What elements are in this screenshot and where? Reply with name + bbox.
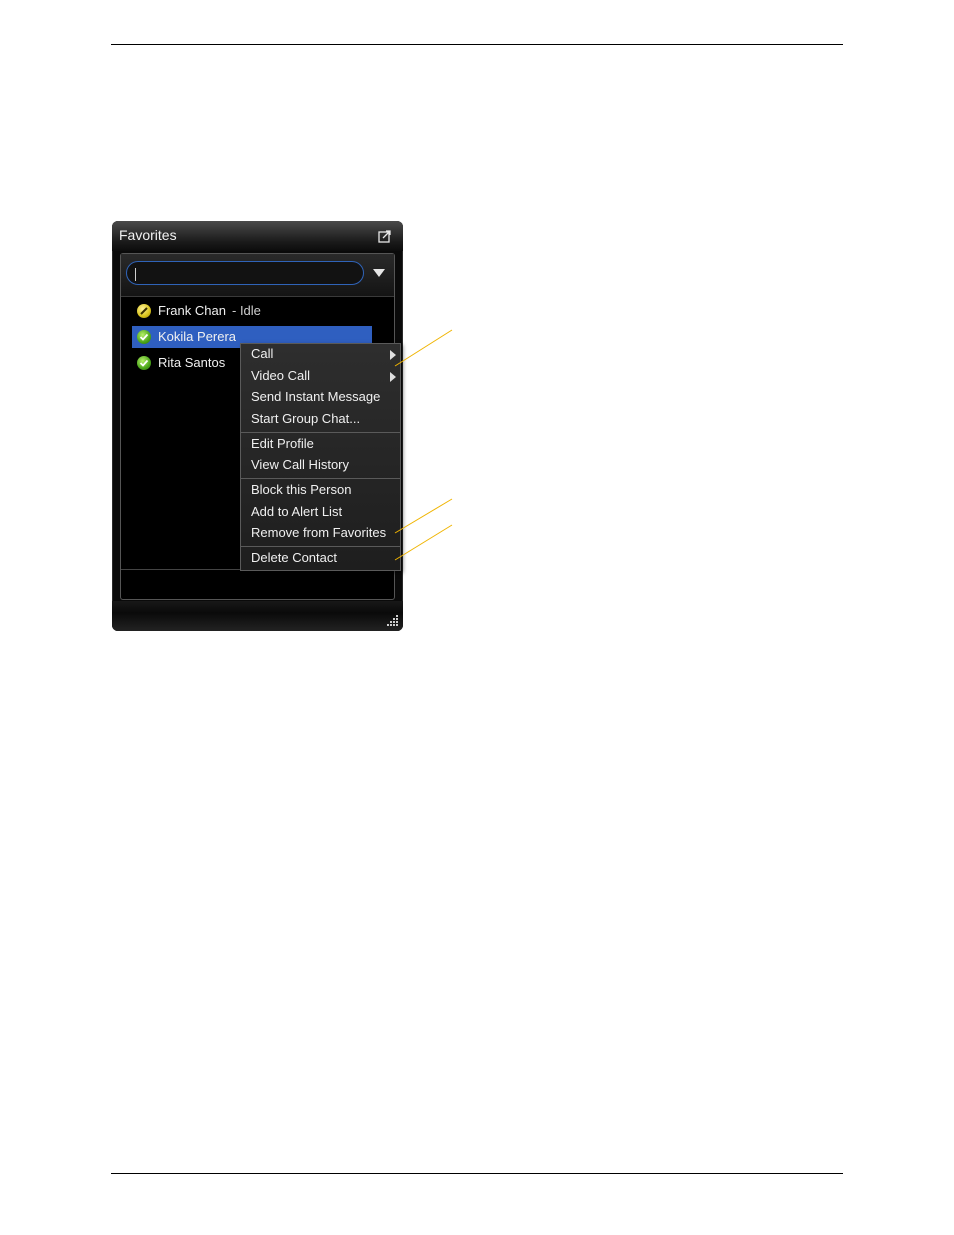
- callout-line: [394, 498, 453, 534]
- callout-line: [394, 329, 453, 367]
- callout-lines: [394, 329, 453, 561]
- callout-line: [394, 524, 453, 561]
- footer-rule: [111, 1173, 843, 1174]
